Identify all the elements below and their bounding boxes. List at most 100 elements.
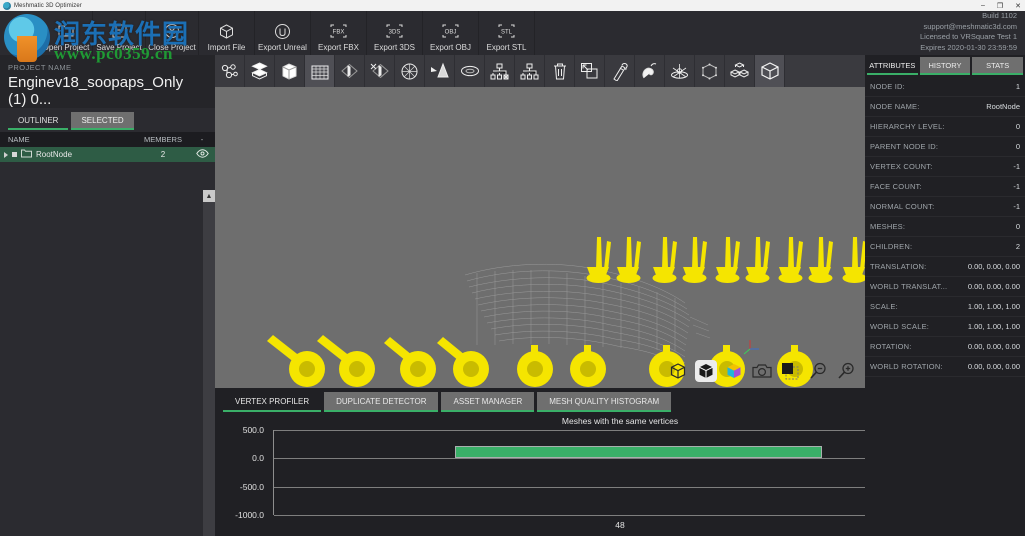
project-name-label: PROJECT NAME xyxy=(8,63,207,72)
molecule-icon[interactable] xyxy=(215,55,245,87)
stacked-cubes-icon[interactable] xyxy=(725,55,755,87)
save-project-button[interactable]: Save Project xyxy=(93,11,146,55)
attribute-key: MESHES: xyxy=(870,222,905,231)
expand-triangle-icon[interactable] xyxy=(4,152,8,158)
hierarchy-icon[interactable] xyxy=(515,55,545,87)
chart-bar[interactable] xyxy=(455,446,822,458)
camera-icon[interactable] xyxy=(751,360,773,382)
chart-ytick-2: -500.0 xyxy=(240,482,264,492)
wireframe-cube-icon[interactable] xyxy=(667,360,689,382)
export-3ds-button[interactable]: 3DS Export 3DS xyxy=(367,11,423,55)
mesh-grid-icon[interactable] xyxy=(305,55,335,87)
attribute-list: NODE ID:1 NODE NAME:RootNode HIERARCHY L… xyxy=(865,77,1025,377)
export-3ds-label: Export 3DS xyxy=(374,43,415,52)
attribute-value: -1 xyxy=(1013,182,1020,191)
app-window: Meshmatic 3D Optimizer – ❐ ✕ Open Projec… xyxy=(0,0,1025,536)
zoom-in-icon[interactable] xyxy=(835,360,857,382)
folder-icon xyxy=(21,149,32,160)
attribute-row: NORMAL COUNT: -1 xyxy=(865,197,1025,217)
exploded-cube-icon[interactable] xyxy=(245,55,275,87)
attribute-key: HIERARCHY LEVEL: xyxy=(870,122,945,131)
tab-selected[interactable]: SELECTED xyxy=(71,112,133,130)
scroll-up-arrow-icon[interactable]: ▲ xyxy=(203,190,215,202)
project-name-value: Enginev18_soopaps_Only xyxy=(8,74,207,91)
export-unreal-label: Export Unreal xyxy=(258,43,307,52)
attribute-tabs: ATTRIBUTES HISTORY STATS xyxy=(865,55,1025,75)
tab-mesh-quality-histogram[interactable]: MESH QUALITY HISTOGRAM xyxy=(537,392,671,412)
main-toolbar: Open Project Save Project Close Project … xyxy=(0,11,1025,55)
attribute-value: -1 xyxy=(1013,202,1020,211)
attribute-key: WORLD SCALE: xyxy=(870,322,929,331)
attribute-row: VERTEX COUNT:-1 xyxy=(865,157,1025,177)
save-project-label: Save Project xyxy=(96,43,141,52)
attribute-row: NODE NAME:RootNode xyxy=(865,97,1025,117)
paint-hand-icon[interactable] xyxy=(635,55,665,87)
viewport-canvas[interactable] xyxy=(215,87,865,388)
open-project-label: Open Project xyxy=(43,43,90,52)
cube-icon[interactable] xyxy=(275,55,305,87)
attribute-key: NODE NAME: xyxy=(870,102,920,111)
svg-text:3DS: 3DS xyxy=(389,30,401,36)
export-obj-button[interactable]: OBJ Export OBJ xyxy=(423,11,479,55)
zoom-out-icon[interactable] xyxy=(807,360,829,382)
attribute-key: TRANSLATION: xyxy=(870,262,926,271)
close-circle-icon xyxy=(164,21,180,41)
trash-icon[interactable] xyxy=(545,55,575,87)
colored-cube-icon[interactable] xyxy=(723,360,745,382)
eye-icon[interactable] xyxy=(189,149,215,160)
open-project-button[interactable]: Open Project xyxy=(40,11,93,55)
cone-arrow-icon[interactable] xyxy=(425,55,455,87)
import-file-button[interactable]: Import File xyxy=(199,11,255,55)
export-unreal-button[interactable]: Export Unreal xyxy=(255,11,311,55)
window-title: Meshmatic 3D Optimizer xyxy=(14,3,82,9)
node-marker-icon xyxy=(12,152,17,157)
hierarchy-delete-icon[interactable] xyxy=(485,55,515,87)
pivot-axis-icon[interactable] xyxy=(665,55,695,87)
license-expiry: Expires 2020-01-30 23:59:59 xyxy=(920,43,1017,54)
import-cube-icon xyxy=(218,21,235,41)
outliner-row-rootnode[interactable]: RootNode 2 xyxy=(0,147,215,162)
tab-stats[interactable]: STATS xyxy=(972,57,1023,75)
attribute-key: CHILDREN: xyxy=(870,242,912,251)
outliner-scrollbar[interactable]: ▲ ▼ xyxy=(203,190,215,536)
pen-icon[interactable] xyxy=(605,55,635,87)
polysphere-icon[interactable] xyxy=(395,55,425,87)
attribute-key: NORMAL COUNT: xyxy=(870,202,934,211)
shadow-square-icon[interactable] xyxy=(779,360,801,382)
export-fbx-label: Export FBX xyxy=(318,43,359,52)
close-project-button[interactable]: Close Project xyxy=(146,11,199,55)
export-stl-button[interactable]: STL Export STL xyxy=(479,11,535,55)
attribute-key: ROTATION: xyxy=(870,342,912,351)
maximize-button[interactable]: ❐ xyxy=(997,2,1003,10)
tab-asset-manager[interactable]: ASSET MANAGER xyxy=(441,392,534,412)
bounding-box-icon[interactable] xyxy=(695,55,725,87)
attribute-row: NODE ID:1 xyxy=(865,77,1025,97)
column-visibility: - xyxy=(189,135,215,144)
svg-text:FBX: FBX xyxy=(333,30,345,36)
import-file-label: Import File xyxy=(208,43,246,52)
export-fbx-button[interactable]: FBX Export FBX xyxy=(311,11,367,55)
duplicate-icon[interactable] xyxy=(575,55,605,87)
minimize-button[interactable]: – xyxy=(981,2,985,9)
ellipse-icon[interactable] xyxy=(455,55,485,87)
solid-cube-icon[interactable] xyxy=(755,55,785,87)
tab-attributes[interactable]: ATTRIBUTES xyxy=(867,57,918,75)
tab-history[interactable]: HISTORY xyxy=(920,57,971,75)
shaded-cube-icon[interactable] xyxy=(695,360,717,382)
title-bar: Meshmatic 3D Optimizer xyxy=(0,0,1025,11)
attribute-value: 0 xyxy=(1016,122,1020,131)
tab-vertex-profiler[interactable]: VERTEX PROFILER xyxy=(223,392,321,412)
attribute-value: 0 xyxy=(1016,222,1020,231)
attribute-key: WORLD ROTATION: xyxy=(870,362,943,371)
close-button[interactable]: ✕ xyxy=(1015,2,1021,10)
attribute-key: WORLD TRANSLAT... xyxy=(870,282,947,291)
attribute-key: VERTEX COUNT: xyxy=(870,162,932,171)
tab-outliner[interactable]: OUTLINER xyxy=(8,112,68,130)
single-fin-icon[interactable] xyxy=(335,55,365,87)
right-panel: ATTRIBUTES HISTORY STATS NODE ID:1 NODE … xyxy=(865,55,1025,536)
tab-duplicate-detector[interactable]: DUPLICATE DETECTOR xyxy=(324,392,438,412)
folder-open-icon xyxy=(58,21,74,41)
chart-ytick-3: -1000.0 xyxy=(235,510,264,520)
crossed-fin-icon[interactable] xyxy=(365,55,395,87)
attribute-value: 1 xyxy=(1016,82,1020,91)
